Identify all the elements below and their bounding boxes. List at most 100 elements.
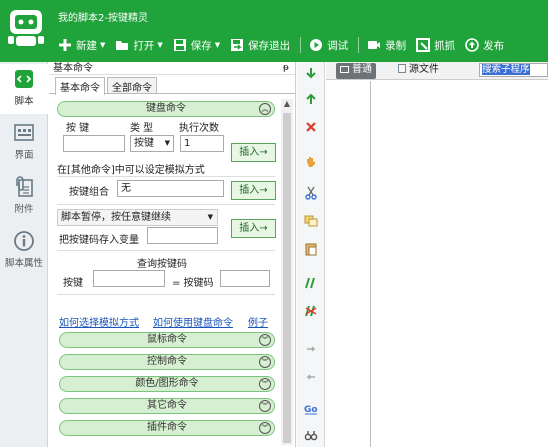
save-exit-button-label: 保存退出 [248,39,291,52]
record-button[interactable]: 录制 [367,38,406,53]
query-code-label: = 按键码 [172,278,214,289]
expand-icon[interactable]: ︾ [259,334,271,346]
save-exit-icon [231,39,244,51]
play-icon [310,39,323,51]
insert-button[interactable]: 插入→ [231,181,276,200]
toolbar: 新建 ▼ 打开 ▼ 保存 ▼ 保存退出 调试 录制 抓抓 发布 [58,34,514,56]
publish-icon [465,38,479,52]
pin-icon[interactable]: ᵽ [283,62,289,75]
paste-icon[interactable] [304,242,318,256]
section-title: 鼠标命令 [147,334,187,345]
chevron-down-icon[interactable]: ▼ [208,210,213,225]
color-graphic-section-header[interactable]: 颜色/图形命令 ︾ [59,376,275,392]
goto-icon[interactable]: Go [304,402,318,416]
type-select-value: 按键 [134,138,154,149]
query-key-input[interactable] [93,270,165,287]
control-section-header[interactable]: 控制命令 ︾ [59,354,275,370]
panel-scrollbar[interactable]: ▲ [281,99,293,445]
edit-tools-strip: Go [297,62,325,447]
open-button[interactable]: 打开 ▼ [115,38,163,53]
expand-icon[interactable]: ︾ [259,400,271,412]
type-select[interactable]: 按键 ▼ [130,135,174,152]
nav-item-script-properties[interactable]: 脚本属性 [0,228,48,274]
key-variable-input[interactable] [147,227,218,244]
tab-normal-label: 普通 [352,64,372,75]
combo-input[interactable]: 无 [117,180,224,197]
collapse-icon[interactable]: ︽ [259,103,271,115]
title-bar: 我的脚本2-按键精灵 新建 ▼ 打开 ▼ 保存 ▼ 保存退出 调试 录制 抓抓 … [0,0,548,62]
capture-button[interactable]: 抓抓 [416,38,455,53]
folder-icon [116,41,129,50]
new-button-label: 新建 [76,39,97,52]
toolbar-divider [300,37,302,53]
undo-icon[interactable] [304,340,318,354]
nav-label-attachment: 附件 [14,204,34,215]
count-input[interactable]: 1 [180,135,224,152]
divider [57,204,275,205]
side-nav: 脚本 界面 附件 脚本属性 [0,62,48,447]
cut-icon[interactable] [304,186,318,200]
pause-select[interactable]: 脚本暂停，按任意键继续 ▼ [57,209,218,226]
script-icon [15,70,33,88]
debug-button[interactable]: 调试 [309,38,348,53]
toolbar-divider [358,37,360,53]
line-number-gutter [326,81,371,447]
move-down-icon[interactable] [304,66,318,80]
tab-normal-view[interactable]: 普通 [336,63,376,79]
save-button[interactable]: 保存 ▼ [173,38,220,53]
chevron-down-icon[interactable]: ▼ [165,136,170,151]
sim-mode-link[interactable]: 如何选择模拟方式 [59,314,139,329]
chevron-down-icon[interactable]: ▼ [215,41,220,49]
nav-item-layout[interactable]: 界面 [0,120,48,166]
type-column-label: 类 型 [130,123,154,134]
find-icon[interactable] [304,428,318,442]
sim-mode-hint: 在[其他命令]中可以设定模拟方式 [57,165,205,176]
plugin-section-header[interactable]: 插件命令 ︾ [59,420,275,436]
open-button-label: 打开 [133,39,155,52]
search-subroutine-text: 搜索子程序 [482,64,530,75]
tab-all-commands[interactable]: 全部命令 [107,77,157,94]
scroll-up-icon[interactable]: ▲ [281,99,293,108]
nav-item-script[interactable]: 脚本 [0,64,48,114]
section-title: 插件命令 [147,422,187,433]
hand-icon[interactable] [304,154,318,168]
keyboard-usage-link[interactable]: 如何使用键盘命令 [153,314,233,329]
key-input[interactable] [63,135,125,152]
tab-basic-commands[interactable]: 基本命令 [55,77,105,95]
nav-item-attachment[interactable]: 附件 [0,174,48,220]
divider [57,294,275,295]
expand-icon[interactable]: ︾ [259,422,271,434]
query-keycode-title: 查询按键码 [137,259,187,270]
move-up-icon[interactable] [304,92,318,106]
other-section-header[interactable]: 其它命令 ︾ [59,398,275,414]
section-title: 其它命令 [147,400,187,411]
expand-icon[interactable]: ︾ [259,356,271,368]
search-subroutine-input[interactable]: 搜索子程序 [479,63,548,77]
query-code-input[interactable] [220,270,270,287]
copy-icon[interactable] [304,214,318,228]
keyboard-section-header[interactable]: 键盘命令 ︽ [57,101,275,117]
mouse-section-header[interactable]: 鼠标命令 ︾ [59,332,275,348]
info-icon [14,231,34,251]
delete-icon[interactable] [304,120,318,134]
normal-view-icon [340,66,349,73]
uncomment-icon[interactable] [304,304,318,318]
source-file-icon [398,64,406,73]
insert-button[interactable]: 插入→ [231,219,276,238]
chevron-down-icon[interactable]: ▼ [100,41,105,49]
chevron-down-icon[interactable]: ▼ [157,41,162,49]
comment-icon[interactable] [304,276,318,290]
command-panel: 基本命令 ᵽ 基本命令 全部命令 键盘命令 ︽ 按 键 类 型 执行次数 按键 … [49,62,296,447]
new-button[interactable]: 新建 ▼ [58,38,105,53]
insert-button[interactable]: 插入→ [231,143,276,162]
example-link[interactable]: 例子 [248,314,268,329]
plus-icon [59,39,71,51]
scrollbar-thumb[interactable] [283,113,291,443]
publish-button[interactable]: 发布 [465,38,504,53]
save-exit-button[interactable]: 保存退出 [230,38,290,53]
expand-icon[interactable]: ︾ [259,378,271,390]
command-tabs: 基本命令 全部命令 [49,77,295,95]
tab-source-view[interactable]: 源文件 [394,63,443,79]
divider [57,250,275,251]
redo-icon[interactable] [304,368,318,382]
